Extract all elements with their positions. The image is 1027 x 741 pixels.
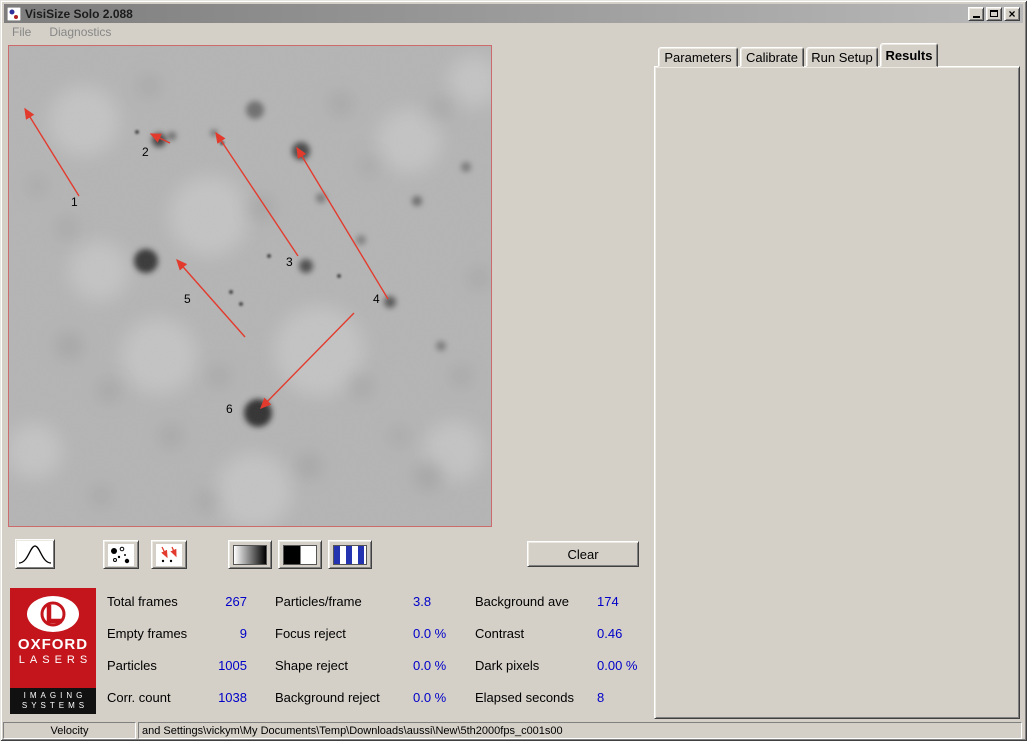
tab-results[interactable]: Results [880, 43, 938, 67]
tab-calibrate[interactable]: Calibrate [740, 47, 804, 67]
background-reject-label: Background reject [275, 690, 410, 705]
particles-value: 1005 [193, 658, 247, 673]
svg-text:6: 6 [226, 402, 233, 416]
results-panel [654, 66, 1020, 719]
logo-oxford-text: OXFORD [18, 636, 88, 653]
minimize-button[interactable] [968, 7, 984, 21]
black-white-icon [283, 545, 317, 565]
gaussian-curve-icon [17, 541, 53, 567]
status-file-path: and Settings\vickym\My Documents\Temp\Do… [138, 722, 1022, 739]
background-ave-label: Background ave [475, 594, 595, 609]
logo-systems-text: SYSTEMS [22, 701, 88, 711]
vectors-icon [156, 544, 182, 566]
svg-text:5: 5 [184, 292, 191, 306]
corr-count-value: 1038 [193, 690, 247, 705]
contrast-value: 0.46 [597, 626, 622, 641]
dark-pixels-label: Dark pixels [475, 658, 595, 673]
app-icon [7, 7, 21, 21]
window-title: VisiSize Solo 2.088 [25, 7, 964, 21]
dark-pixels-value: 0.00 % [597, 658, 637, 673]
particles-icon [108, 544, 134, 566]
shape-reject-value: 0.0 % [413, 658, 446, 673]
particle-image[interactable]: 1 2 3 4 5 6 [8, 45, 492, 527]
blue-stripes-icon [333, 545, 367, 565]
titlebar: VisiSize Solo 2.088 × [4, 4, 1023, 23]
show-vectors-button[interactable] [151, 540, 187, 569]
particles-per-frame-label: Particles/frame [275, 594, 410, 609]
threshold-view-button[interactable] [278, 540, 322, 569]
svg-text:4: 4 [373, 292, 380, 306]
particles-per-frame-value: 3.8 [413, 594, 431, 609]
focus-reject-label: Focus reject [275, 626, 410, 641]
elapsed-seconds-label: Elapsed seconds [475, 690, 595, 705]
app-window: VisiSize Solo 2.088 × File Diagnostics [0, 0, 1027, 741]
contrast-label: Contrast [475, 626, 595, 641]
svg-text:2: 2 [142, 145, 149, 159]
clear-button[interactable]: Clear [527, 541, 639, 567]
close-icon: × [1008, 9, 1015, 19]
close-button[interactable]: × [1004, 7, 1020, 21]
maximize-icon [990, 10, 998, 17]
particles-label: Particles [107, 658, 197, 673]
oxford-lasers-mark-icon [24, 594, 82, 634]
menu-diagnostics[interactable]: Diagnostics [49, 25, 111, 39]
corr-count-label: Corr. count [107, 690, 197, 705]
shape-reject-label: Shape reject [275, 658, 410, 673]
svg-text:1: 1 [71, 195, 78, 209]
empty-frames-value: 9 [193, 626, 247, 641]
minimize-icon [973, 16, 980, 18]
logo-imaging-text: IMAGING [24, 691, 87, 701]
status-mode: Velocity [3, 722, 136, 739]
menubar: File Diagnostics [4, 23, 1023, 41]
particle-image-canvas: 1 2 3 4 5 6 [9, 46, 491, 526]
total-frames-value: 267 [193, 594, 247, 609]
background-reject-value: 0.0 % [413, 690, 446, 705]
size-distribution-button[interactable] [15, 539, 55, 569]
tab-parameters[interactable]: Parameters [658, 47, 738, 67]
empty-frames-label: Empty frames [107, 626, 197, 641]
total-frames-label: Total frames [107, 594, 197, 609]
logo-lasers-text: LASERS [19, 654, 92, 666]
menu-file[interactable]: File [12, 25, 31, 39]
grayscale-gradient-icon [233, 545, 267, 565]
false-color-view-button[interactable] [328, 540, 372, 569]
elapsed-seconds-value: 8 [597, 690, 604, 705]
grayscale-view-button[interactable] [228, 540, 272, 569]
background-ave-value: 174 [597, 594, 619, 609]
oxford-lasers-logo: OXFORD LASERS IMAGING SYSTEMS [10, 588, 96, 714]
maximize-button[interactable] [986, 7, 1002, 21]
show-particles-button[interactable] [103, 540, 139, 569]
svg-text:3: 3 [286, 255, 293, 269]
focus-reject-value: 0.0 % [413, 626, 446, 641]
tab-run-setup[interactable]: Run Setup [806, 47, 878, 67]
